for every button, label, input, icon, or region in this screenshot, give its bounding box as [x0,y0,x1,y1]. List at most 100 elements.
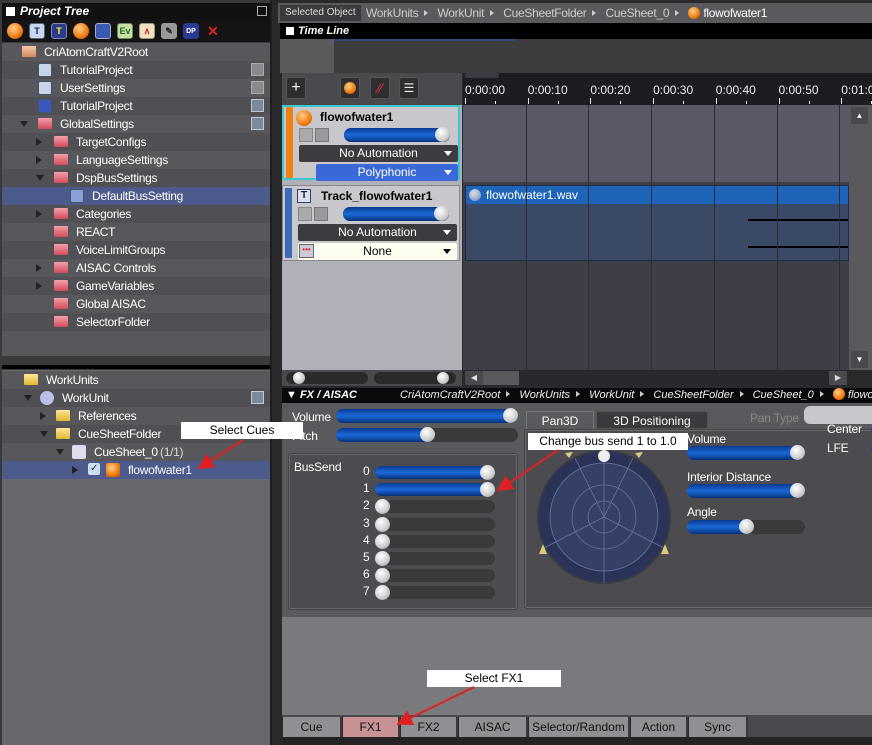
slider-knob[interactable] [480,482,495,498]
expand-right-icon[interactable] [36,156,42,164]
work-tree-item[interactable]: WorkUnit [2,389,270,407]
tree-item[interactable]: Categories [2,205,270,223]
expand-down-icon[interactable] [20,121,28,127]
tab-cue[interactable]: Cue [282,717,342,737]
tab-fx2[interactable]: FX2 [400,717,458,737]
breadcrumb-item[interactable]: CueSheet_0 [753,389,814,401]
envelope-icon[interactable] [298,207,312,221]
slider-knob[interactable] [293,372,305,384]
bussend-slider-3[interactable] [375,516,495,532]
vertical-zoom-slider[interactable] [374,372,456,384]
tree-item[interactable]: VoiceLimitGroups [2,241,270,259]
scroll-up-button[interactable]: ▲ [851,107,868,124]
breadcrumb-item[interactable]: WorkUnits [519,389,570,401]
breadcrumb-item[interactable]: flowo [848,389,872,401]
automation-button[interactable]: ⁄⁄ [370,77,390,99]
waveform-clip[interactable]: flowofwater1.wav [465,185,849,261]
tree-item[interactable]: TutorialProject [2,61,270,79]
save-icon[interactable] [251,117,264,130]
cue-automation-dropdown[interactable]: No Automation [299,145,458,162]
expand-right-icon[interactable] [36,138,42,146]
playhead-bar[interactable] [465,73,499,78]
delete-icon[interactable]: ✕ [205,23,221,39]
slider-knob[interactable] [375,585,390,601]
work-tree-item[interactable]: ✓ flowofwater1 [2,461,270,479]
cue-orb-icon[interactable] [7,23,23,39]
fx-volume-slider[interactable] [336,408,518,423]
expand-right-icon[interactable] [36,282,42,290]
tree-item[interactable]: UserSettings [2,79,270,97]
tree-item[interactable]: CriAtomCraftV2Root [2,43,270,61]
track-icon[interactable]: T [29,23,45,39]
time-ruler[interactable]: 0:00:00 0:00:10 0:00:20 0:00:30 0:00:40 0:00:… [463,73,872,105]
add-track-button[interactable]: + [286,77,306,99]
slider-knob[interactable] [790,445,805,460]
waveform-region-icon[interactable] [95,23,111,39]
tab-aisac[interactable]: AISAC [458,717,528,737]
breadcrumb-item[interactable]: CriAtomCraftV2Root [400,389,500,401]
tree-item[interactable]: GlobalSettings [2,115,270,133]
scroll-right-button[interactable]: ▶ [829,371,847,385]
slider-knob[interactable] [419,427,435,442]
tree-item[interactable]: GameVariables [2,277,270,295]
expand-right-icon[interactable] [36,264,42,272]
minimize-icon[interactable] [257,6,267,16]
tree-item[interactable]: TargetConfigs [2,133,270,151]
tab-action[interactable]: Action [630,717,688,737]
list-view-button[interactable]: ☰ [399,77,419,99]
slider-knob[interactable] [375,499,390,515]
panel-checkbox[interactable] [286,27,294,35]
bussend-slider-1[interactable] [375,482,495,498]
breadcrumb-item[interactable]: WorkUnit [437,6,484,20]
bussend-slider-0[interactable] [375,465,495,480]
breadcrumb-item[interactable]: WorkUnits [366,6,419,20]
slider-knob[interactable] [503,408,518,423]
breadcrumb-item[interactable]: WorkUnit [589,389,634,401]
tree-item[interactable]: AISAC Controls [2,259,270,277]
pan-volume-slider[interactable] [687,445,805,460]
work-tree-item[interactable]: CueSheet_0 (1/1) [2,443,270,461]
tree-item[interactable]: DefaultBusSetting [2,187,270,205]
tool-icon[interactable]: ✎ [161,23,177,39]
tab-sync[interactable]: Sync [688,717,748,737]
vertical-scrollbar[interactable]: ▲ ▼ [849,105,872,370]
breadcrumb-item[interactable]: CueSheetFolder [503,6,586,20]
envelope-icon[interactable] [299,128,313,142]
slider-knob[interactable] [375,551,390,566]
tab-fx1[interactable]: FX1 [342,717,400,737]
scroll-left-button[interactable]: ◀ [465,371,483,385]
collapse-icon[interactable]: ▼ [286,389,300,401]
slider-knob[interactable] [738,519,754,534]
breadcrumb-item[interactable]: CueSheet_0 [605,6,669,20]
slider-knob[interactable] [435,127,450,142]
track-automation-dropdown[interactable]: No Automation [298,224,457,241]
bussend-slider-5[interactable] [375,551,495,566]
bussend-slider-4[interactable] [375,533,495,549]
slider-knob[interactable] [375,516,390,532]
pan-circle[interactable] [535,448,673,586]
mute-icon[interactable] [315,128,329,142]
panel-checkbox[interactable] [6,7,15,16]
track-header[interactable]: T Track_flowofwater1 No Automation ••• N… [282,185,460,261]
slider-knob[interactable] [480,465,495,480]
expand-down-icon[interactable] [36,175,44,181]
track-action-icon[interactable]: T [51,23,67,39]
bussend-slider-7[interactable] [375,585,495,601]
track-volume-slider[interactable] [343,206,449,221]
tree-item[interactable]: TutorialProject [2,97,270,115]
bussend-slider-2[interactable] [375,499,495,515]
breadcrumb-item[interactable]: flowofwater1 [703,6,767,20]
tab-3d-positioning[interactable]: 3D Positioning [596,411,708,429]
breadcrumb-item[interactable]: CueSheetFolder [653,389,733,401]
cue-button[interactable] [340,77,360,99]
dsp-icon[interactable]: DP [183,23,199,39]
expand-down-icon[interactable] [24,395,32,401]
tree-item[interactable]: LanguageSettings [2,151,270,169]
save-icon[interactable] [251,63,264,76]
expand-right-icon[interactable] [36,210,42,218]
fx-pitch-slider[interactable] [336,427,518,442]
save-icon[interactable] [251,391,264,404]
orb-icon[interactable] [73,23,89,39]
slider-knob[interactable] [437,372,449,384]
track-option-dropdown[interactable]: ••• None [298,243,457,260]
